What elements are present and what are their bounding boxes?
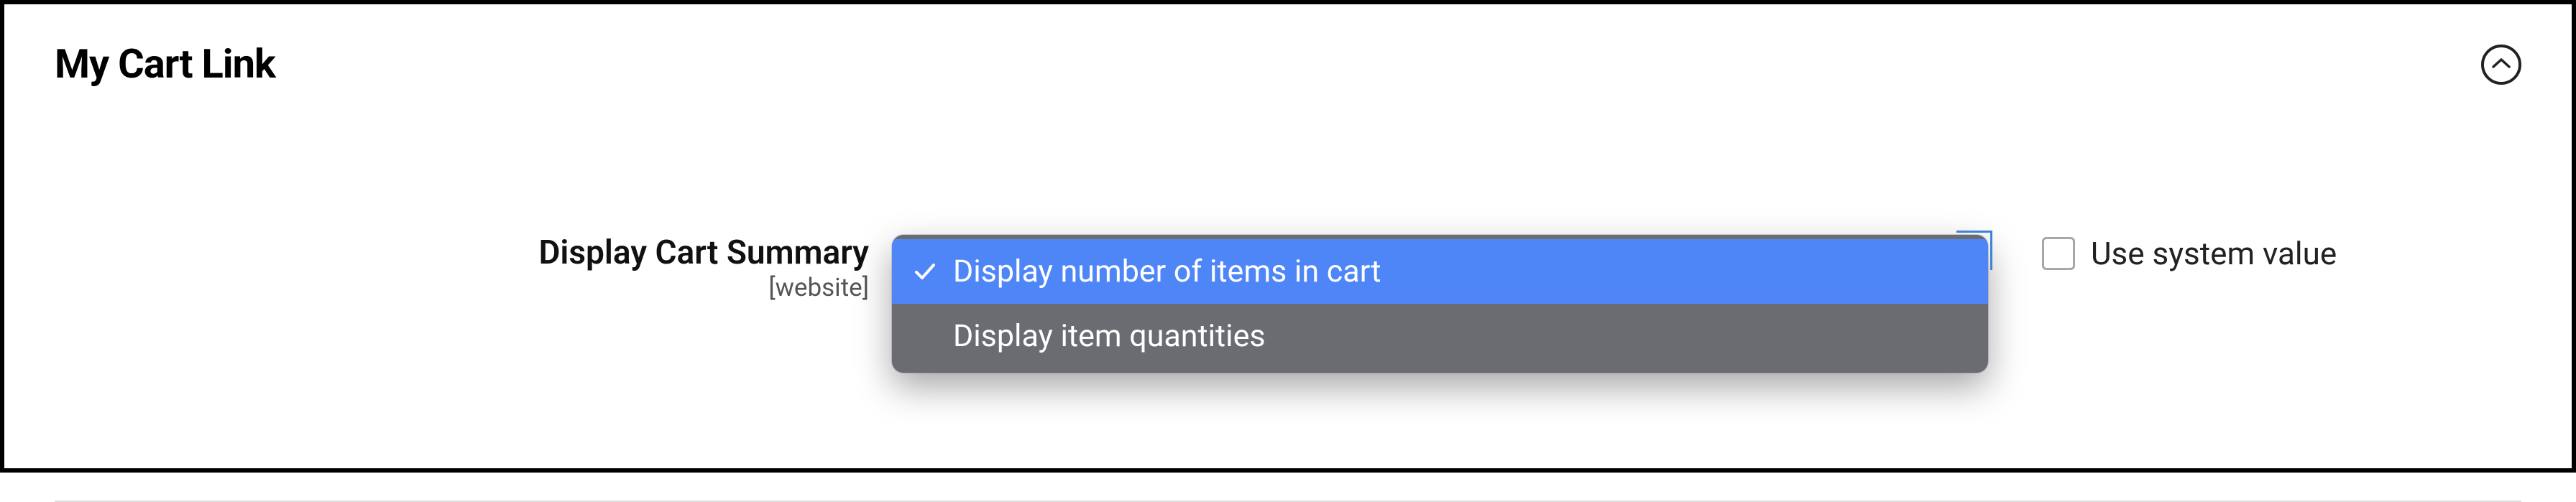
use-system-value-group: Use system value bbox=[2042, 235, 2337, 272]
dropdown-option-item-quantities[interactable]: Display item quantities bbox=[892, 304, 1988, 368]
field-label: Display Cart Summary bbox=[55, 235, 869, 271]
field-label-container: Display Cart Summary [website] bbox=[55, 235, 892, 302]
collapse-toggle-button[interactable] bbox=[2481, 45, 2521, 85]
checkmark-icon bbox=[905, 260, 944, 283]
dropdown-option-label: Display number of items in cart bbox=[953, 254, 1381, 289]
section-title: My Cart Link bbox=[55, 40, 275, 88]
dropdown-menu: Display number of items in cart Display … bbox=[892, 235, 1988, 373]
display-cart-summary-select[interactable]: Display number of items in cart Display … bbox=[892, 235, 1988, 373]
chevron-up-icon bbox=[2492, 57, 2511, 72]
field-scope: [website] bbox=[55, 273, 869, 302]
use-system-value-checkbox[interactable] bbox=[2042, 237, 2075, 270]
dropdown-option-number-of-items[interactable]: Display number of items in cart bbox=[892, 239, 1988, 304]
use-system-value-label: Use system value bbox=[2091, 235, 2337, 272]
section-header: My Cart Link bbox=[55, 40, 2521, 88]
my-cart-link-section: My Cart Link Display Cart Summary [websi… bbox=[0, 0, 2576, 473]
dropdown-option-label: Display item quantities bbox=[953, 318, 1266, 354]
select-focus-ring bbox=[1956, 231, 1992, 270]
display-cart-summary-row: Display Cart Summary [website] Display n… bbox=[55, 235, 2521, 373]
